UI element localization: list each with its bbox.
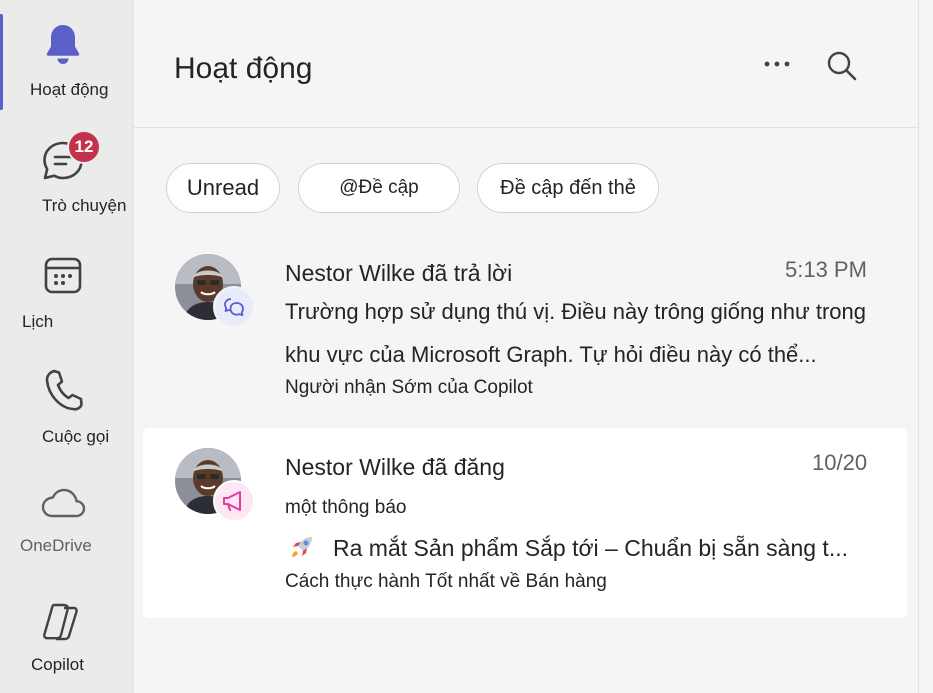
announcement-badge [213,480,255,522]
activity-preview-line1: Ra mắt Sản phẩm Sắp tới – Chuẩn bị sẵn s… [333,535,848,561]
activity-item[interactable]: Nestor Wilke đã đăng 10/20 một thông báo… [143,428,907,618]
rail-label-activity: Hoạt động [30,80,109,99]
search-button[interactable] [824,48,860,84]
rail-item-activity[interactable]: Hoạt động [0,14,133,110]
activity-subtitle: một thông báo [285,497,407,518]
rail-item-calls[interactable]: Cuộc gọi [0,365,133,455]
activity-title: Nestor Wilke đã trả lời [285,260,513,286]
page-title: Hoạt động [174,52,313,85]
activity-source: Người nhận Sớm của Copilot [285,377,533,398]
rail-label-copilot: Copilot [31,655,84,674]
reply-icon [224,298,244,316]
cloud-icon [41,488,86,518]
activity-header: Hoạt động [134,0,918,128]
filter-unread[interactable]: Unread [166,163,280,213]
activity-panel: Hoạt động Unread @Đề cập Đề cập đến thẻ [134,0,918,693]
rail-label-calendar: Lịch [22,312,54,331]
rail-item-chat[interactable]: 12 Trò chuyện [0,130,133,230]
activity-time: 10/20 [812,450,868,475]
rail-item-onedrive[interactable]: OneDrive [0,480,133,570]
copilot-icon [43,603,78,641]
phone-icon [45,369,83,411]
scrollbar-track[interactable] [918,0,933,693]
calendar-icon [44,257,82,294]
activity-title: Nestor Wilke đã đăng [285,454,505,480]
activity-preview-line2: khu vực của Microsoft Graph. Tự hỏi điều… [285,342,817,367]
megaphone-icon [223,491,241,511]
reply-badge [213,286,255,328]
rail-label-onedrive: OneDrive [20,536,92,555]
rail-item-copilot[interactable]: Copilot [0,595,133,685]
search-icon [827,51,857,81]
rail-label-calls: Cuộc gọi [42,427,110,446]
activity-preview-line1: Trường hợp sử dụng thú vị. Điều này trôn… [285,299,866,324]
filter-tag-mentions[interactable]: Đề cập đến thẻ [477,163,659,213]
rail-item-calendar[interactable]: Lịch [0,250,133,340]
app-rail: Hoạt động 12 Trò chuyện Lịch Cuộc gọi On… [0,0,133,693]
more-icon [764,61,790,67]
rail-label-chat: Trò chuyện [42,196,127,215]
more-options-button[interactable] [761,52,793,76]
activity-time: 5:13 PM [785,257,867,282]
bell-icon [46,25,80,64]
activity-source: Cách thực hành Tốt nhất về Bán hàng [285,571,607,592]
rocket-icon [292,537,312,557]
activity-item[interactable]: Nestor Wilke đã trả lời 5:13 PM Trường h… [143,240,907,416]
filter-mentions[interactable]: @Đề cập [298,163,460,213]
unread-count-badge: 12 [67,130,101,164]
